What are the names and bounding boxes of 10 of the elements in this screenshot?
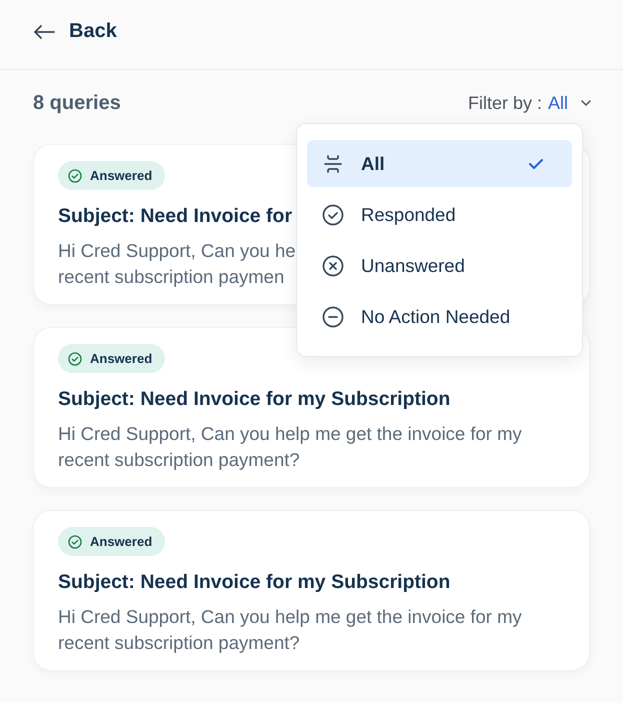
status-badge: Answered <box>58 344 166 373</box>
status-badge: Answered <box>58 161 166 190</box>
query-subject: Subject: Need Invoice for my Subscription <box>58 388 450 411</box>
query-count: 8 queries <box>33 92 121 114</box>
query-message: Hi Cred Support, Can you help me get the invoice for my recent subscription payment? <box>58 605 522 655</box>
query-subject: Subject: Need Invoice for my Subscription <box>58 571 450 594</box>
query-message: Hi Cred Support, Can you he recent subscription paymen <box>58 239 296 289</box>
query-message: Hi Cred Support, Can you help me get the invoice for my recent subscription payment? <box>58 422 522 472</box>
status-badge: Answered <box>58 527 166 556</box>
query-subject: Subject: Need Invoice for <box>58 205 292 228</box>
